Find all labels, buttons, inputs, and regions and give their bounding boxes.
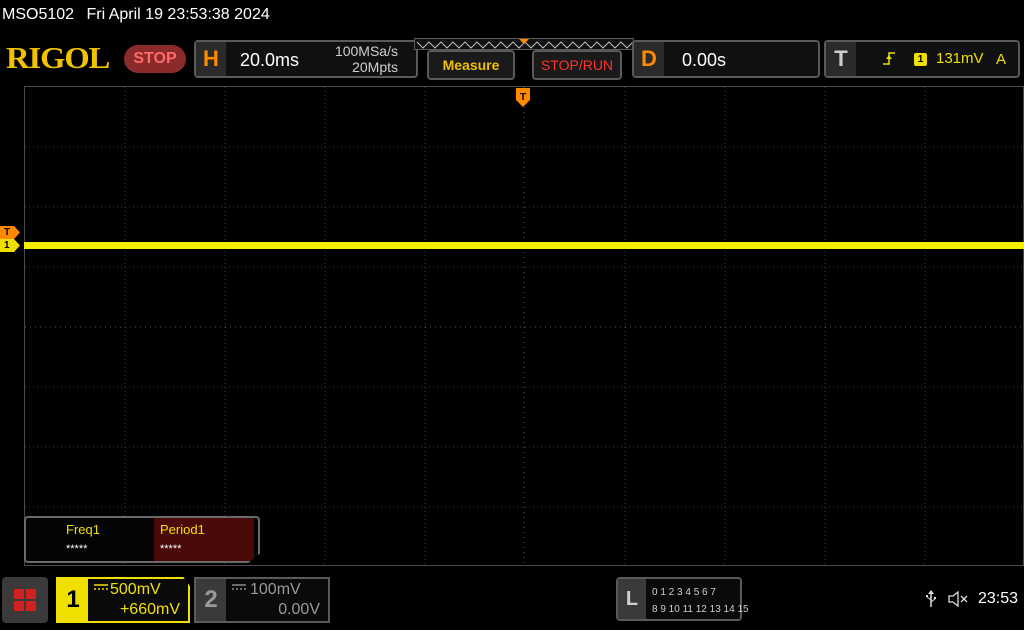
ch2-scale: 100mV xyxy=(250,581,301,598)
period-label: Period1 xyxy=(160,522,205,537)
dc-coupling-icon xyxy=(94,582,108,594)
logic-letter: L xyxy=(618,579,646,619)
freq-value: ***** xyxy=(66,543,88,555)
ch2-panel[interactable]: 2 100mV 0.00V xyxy=(194,577,330,623)
horizontal-letter: H xyxy=(196,42,226,76)
logic-analyzer-panel[interactable]: L 0 1 2 3 4 5 6 7 8 9 10 11 12 13 14 15 xyxy=(616,577,749,621)
ch2-number: 2 xyxy=(196,579,226,621)
ch1-offset: +660mV xyxy=(119,601,180,618)
freq-label: Freq1 xyxy=(66,522,100,537)
horizontal-panel[interactable]: H 20.0ms 100MSa/s 20Mpts xyxy=(194,40,418,78)
model-name: MSO5102 xyxy=(2,6,75,23)
trigger-letter: T xyxy=(826,42,856,76)
svg-text:T: T xyxy=(520,92,526,103)
trigger-mode: A xyxy=(995,51,1006,68)
clock-time: 23:53 xyxy=(977,590,1018,608)
waveform-grid[interactable] xyxy=(24,86,1024,566)
run-state-badge[interactable]: STOP xyxy=(124,45,186,73)
memory-position-marker xyxy=(519,39,529,44)
logic-channels-low: 0 1 2 3 4 5 6 7 xyxy=(652,587,716,598)
ch1-waveform-trace xyxy=(24,242,1024,249)
sample-rate: 100MSa/s xyxy=(334,43,398,59)
ch1-number: 1 xyxy=(58,579,88,621)
ch1-panel[interactable]: 1 500mV +660mV xyxy=(56,577,190,623)
home-menu-button[interactable] xyxy=(2,577,48,623)
sample-info: 100MSa/s 20Mpts xyxy=(335,44,398,74)
graticule xyxy=(25,87,1023,565)
measurement-panel[interactable]: Freq1 ***** Period1 ***** xyxy=(24,516,260,563)
trigger-panel[interactable]: T 1 131mV A xyxy=(824,40,1020,78)
measurement-period: Period1 ***** xyxy=(154,518,254,561)
delay-letter: D xyxy=(634,42,664,76)
rising-edge-icon xyxy=(882,49,896,71)
measurement-freq: Freq1 ***** xyxy=(60,518,160,561)
trigger-source: 1 xyxy=(914,53,927,66)
usb-icon[interactable] xyxy=(925,590,941,607)
delay-value: 0.00s xyxy=(682,50,727,70)
timebase-value: 20.0ms xyxy=(240,50,300,70)
ch1-scale: 500mV xyxy=(110,581,161,598)
status-area: 23:53 xyxy=(919,590,1018,608)
title-bar: MSO5102 Fri April 19 23:53:38 2024 xyxy=(0,0,1024,32)
memory-position-strip xyxy=(414,38,634,50)
trigger-level-marker[interactable]: T xyxy=(0,226,20,239)
mute-icon[interactable] xyxy=(947,590,972,608)
trigger-level: 131mV xyxy=(936,50,984,67)
memory-depth: 20Mpts xyxy=(352,59,398,75)
trigger-position-marker[interactable]: T xyxy=(516,88,530,108)
measure-button[interactable]: Measure xyxy=(427,50,515,80)
delay-panel[interactable]: D 0.00s xyxy=(632,40,820,78)
rigol-logo: RIGOL xyxy=(6,40,110,75)
dc-coupling-icon xyxy=(232,582,246,594)
ch1-offset-marker[interactable]: 1 xyxy=(0,239,20,252)
grid-menu-icon xyxy=(14,589,36,611)
ch2-offset: 0.00V xyxy=(278,601,320,618)
logic-channels-high: 8 9 10 11 12 13 14 15 xyxy=(652,604,749,615)
stop-run-button[interactable]: STOP/RUN xyxy=(532,50,622,80)
period-value: ***** xyxy=(160,543,182,555)
date-time: Fri April 19 23:53:38 2024 xyxy=(86,6,270,23)
